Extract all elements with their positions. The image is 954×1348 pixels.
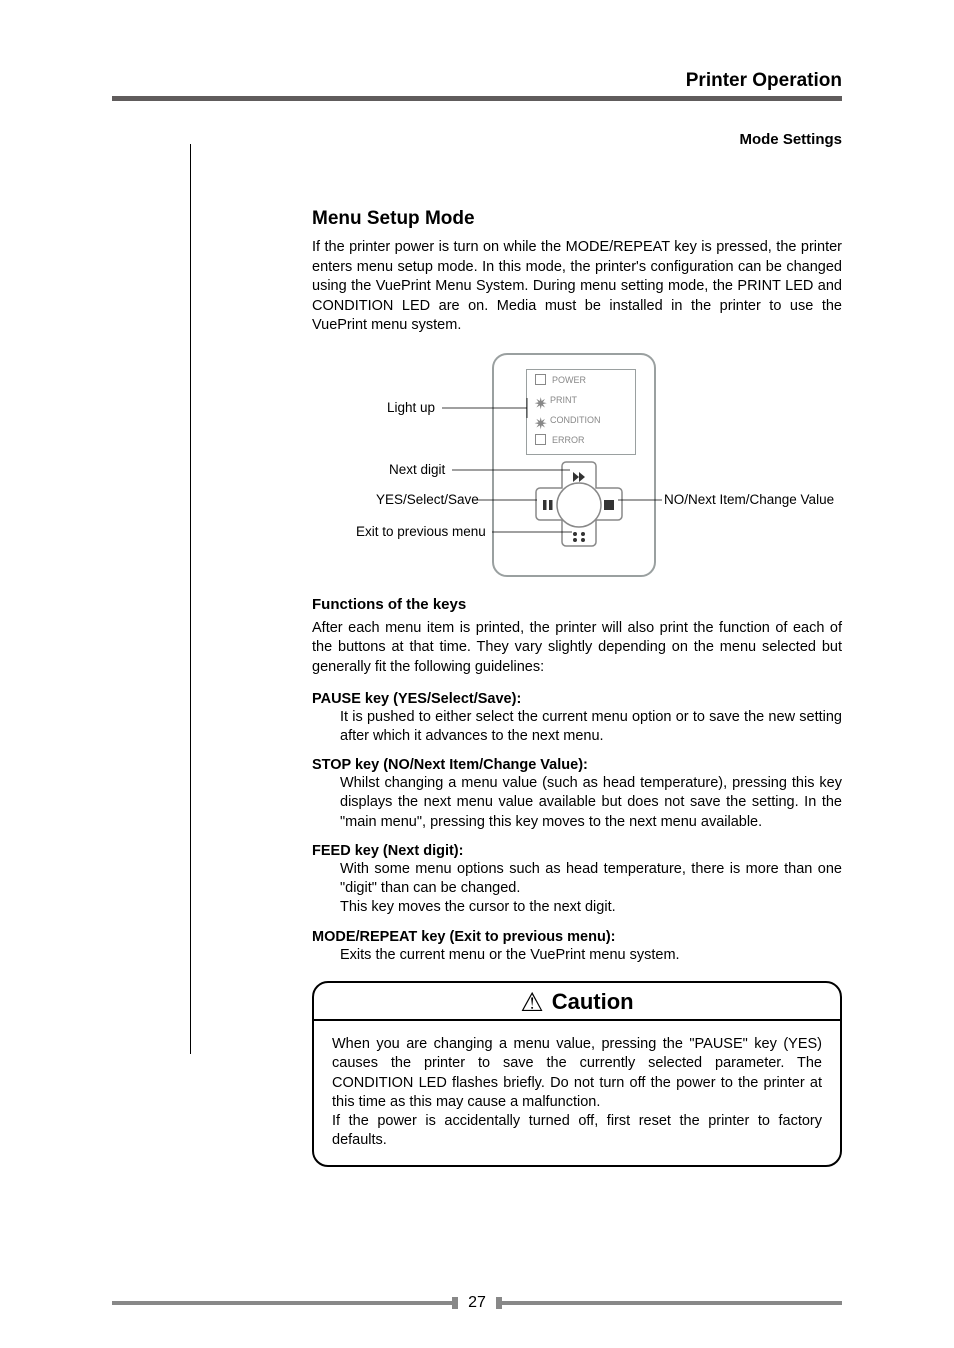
feed-key-body-2: This key moves the cursor to the next di… xyxy=(340,898,842,917)
mode-key-body: Exits the current menu or the VuePrint m… xyxy=(340,946,842,965)
caution-paragraph-2: If the power is accidentally turned off,… xyxy=(332,1112,822,1151)
label-no: NO/Next Item/Change Value xyxy=(664,492,834,507)
chapter-title: Printer Operation xyxy=(112,70,842,92)
caution-paragraph-1: When you are changing a menu value, pres… xyxy=(332,1035,822,1112)
control-panel-diagram: POWER ✷PRINT ✷CONDITION ERROR xyxy=(312,348,842,578)
stop-key-heading: STOP key (NO/Next Item/Change Value): xyxy=(312,757,588,773)
pause-key-heading: PAUSE key (YES/Select/Save): xyxy=(312,691,521,707)
caution-title: Caution xyxy=(552,989,634,1015)
heading-menu-setup: Menu Setup Mode xyxy=(312,208,842,230)
caution-icon: ⚠ xyxy=(520,989,543,1015)
feed-key-heading: FEED key (Next digit): xyxy=(312,843,463,859)
functions-intro: After each menu item is printed, the pri… xyxy=(312,619,842,678)
label-exit: Exit to previous menu xyxy=(356,524,486,539)
section-subhead: Mode Settings xyxy=(112,131,842,148)
stop-key-body: Whilst changing a menu value (such as he… xyxy=(340,774,842,832)
page-footer: 27 xyxy=(112,1294,842,1312)
mode-key-heading: MODE/REPEAT key (Exit to previous menu): xyxy=(312,929,616,945)
column-rule xyxy=(190,144,191,1054)
heading-functions: Functions of the keys xyxy=(312,596,842,613)
page-number: 27 xyxy=(458,1294,496,1312)
label-next-digit: Next digit xyxy=(389,462,445,477)
caution-box: ⚠ Caution When you are changing a menu v… xyxy=(312,981,842,1167)
label-light-up: Light up xyxy=(387,400,435,415)
feed-key-body-1: With some menu options such as head temp… xyxy=(340,860,842,899)
label-yes: YES/Select/Save xyxy=(376,492,479,507)
pause-key-body: It is pushed to either select the curren… xyxy=(340,708,842,747)
intro-paragraph: If the printer power is turn on while th… xyxy=(312,238,842,336)
header-rule xyxy=(112,96,842,101)
